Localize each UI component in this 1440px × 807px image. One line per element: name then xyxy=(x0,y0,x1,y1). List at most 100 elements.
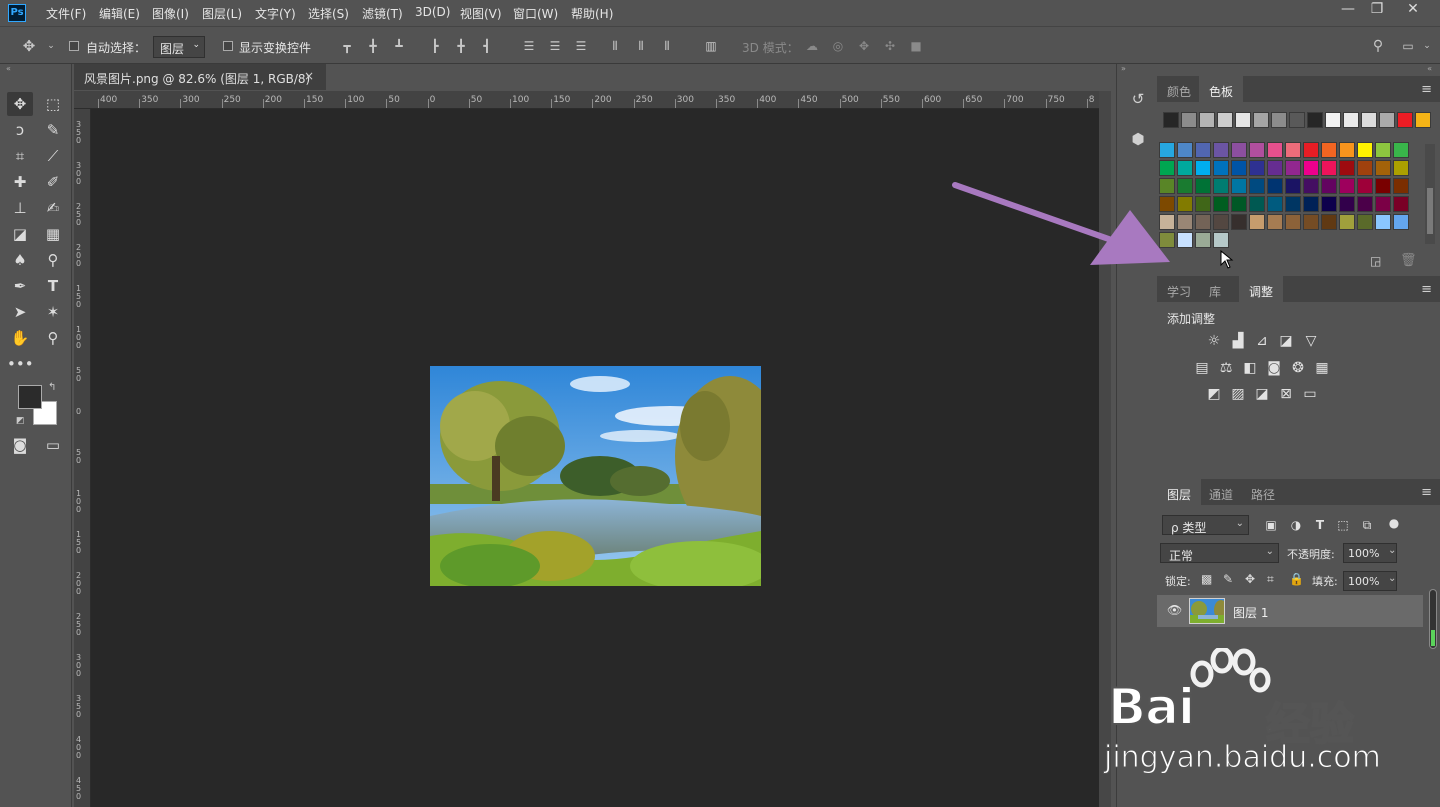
distribute-hcenter-icon[interactable]: ⫴ xyxy=(634,39,648,53)
swatch[interactable] xyxy=(1397,112,1413,128)
tab-channels[interactable]: 通道 xyxy=(1199,479,1243,505)
threshold-icon[interactable]: ◪ xyxy=(1253,385,1271,403)
swatch[interactable] xyxy=(1235,112,1251,128)
workspace-icon[interactable]: ▭ xyxy=(1401,39,1415,53)
swatches-scrollbar[interactable] xyxy=(1425,144,1435,244)
swatch[interactable] xyxy=(1231,160,1247,176)
swatch[interactable] xyxy=(1213,214,1229,230)
swatch[interactable] xyxy=(1321,178,1337,194)
menu-layer[interactable]: 图层(L) xyxy=(202,5,242,22)
menu-file[interactable]: 文件(F) xyxy=(46,5,86,22)
document-tab[interactable]: 风景图片.png @ 82.6% (图层 1, RGB/8) × xyxy=(74,64,326,90)
swatch[interactable] xyxy=(1321,142,1337,158)
swatch[interactable] xyxy=(1393,160,1409,176)
swatch[interactable] xyxy=(1307,112,1323,128)
swatch[interactable] xyxy=(1213,232,1229,248)
swatch[interactable] xyxy=(1325,112,1341,128)
3d-pan-icon[interactable]: ✥ xyxy=(857,39,871,53)
swatch[interactable] xyxy=(1321,196,1337,212)
align-left-icon[interactable]: ┣ xyxy=(428,39,442,53)
filter-type-icon[interactable]: T xyxy=(1311,516,1329,534)
eyedropper-tool-icon[interactable]: ⟋ xyxy=(40,144,66,168)
lock-artboard-icon[interactable]: ⌗ xyxy=(1267,572,1274,587)
close-document-icon[interactable]: × xyxy=(304,69,314,83)
swatch[interactable] xyxy=(1357,196,1373,212)
distribute-vcenter-icon[interactable]: ☰ xyxy=(548,39,562,53)
tab-swatches[interactable]: 色板 xyxy=(1199,76,1244,102)
color-balance-icon[interactable]: ⚖ xyxy=(1217,359,1235,377)
swatch[interactable] xyxy=(1303,142,1319,158)
tab-libraries[interactable]: 库 xyxy=(1199,276,1231,302)
swatch[interactable] xyxy=(1339,178,1355,194)
auto-select-checkbox[interactable] xyxy=(69,41,79,51)
swatch[interactable] xyxy=(1393,178,1409,194)
menu-select[interactable]: 选择(S) xyxy=(308,5,349,22)
layer-visibility-eye-icon[interactable]: 👁 xyxy=(1167,603,1182,617)
distribute-left-icon[interactable]: ⫴ xyxy=(608,39,622,53)
swatch[interactable] xyxy=(1303,214,1319,230)
swatch[interactable] xyxy=(1357,160,1373,176)
eraser-tool-icon[interactable]: ◪ xyxy=(7,222,33,246)
swatch[interactable] xyxy=(1213,142,1229,158)
swatch[interactable] xyxy=(1267,214,1283,230)
menu-view[interactable]: 视图(V) xyxy=(460,5,502,22)
align-bottom-icon[interactable]: ┻ xyxy=(392,39,406,53)
lock-transparent-icon[interactable]: ▩ xyxy=(1201,572,1212,586)
tab-layers[interactable]: 图层 xyxy=(1157,479,1202,505)
tab-color[interactable]: 颜色 xyxy=(1157,76,1201,102)
distribute-right-icon[interactable]: ⫴ xyxy=(660,39,674,53)
brightness-icon[interactable]: ☼ xyxy=(1205,332,1223,350)
distribute-top-icon[interactable]: ☰ xyxy=(522,39,536,53)
layer-filter-dropdown[interactable]: ρ 类型 ⌄ xyxy=(1162,515,1249,535)
move-tool-icon[interactable]: ✥ xyxy=(7,92,33,116)
swatch[interactable] xyxy=(1321,214,1337,230)
blur-tool-icon[interactable]: ♠ xyxy=(7,248,33,272)
swatch[interactable] xyxy=(1393,214,1409,230)
swatch[interactable] xyxy=(1267,196,1283,212)
lock-image-icon[interactable]: ✎ xyxy=(1223,572,1233,586)
swatch[interactable] xyxy=(1213,178,1229,194)
menu-image[interactable]: 图像(I) xyxy=(152,5,189,22)
3d-orbit-icon[interactable]: ☁ xyxy=(805,39,819,53)
swatch[interactable] xyxy=(1357,178,1373,194)
swatch[interactable] xyxy=(1285,142,1301,158)
path-selection-tool-icon[interactable]: ➤ xyxy=(7,300,33,324)
hand-tool-icon[interactable]: ✋ xyxy=(7,326,33,350)
photo-filter-icon[interactable]: ◙ xyxy=(1265,359,1283,377)
adjust-menu-icon[interactable]: ≡ xyxy=(1421,282,1432,297)
channel-mixer-icon[interactable]: ❂ xyxy=(1289,359,1307,377)
crop-tool-icon[interactable]: ⌗ xyxy=(7,144,33,168)
swatch[interactable] xyxy=(1213,196,1229,212)
swatch[interactable] xyxy=(1195,232,1211,248)
collapse-panels-icon[interactable]: « xyxy=(1427,64,1432,73)
swap-colors-icon[interactable]: ↰ xyxy=(48,382,56,393)
auto-select-target-dropdown[interactable]: 图层 ⌄ xyxy=(153,36,205,58)
distribute-bottom-icon[interactable]: ☰ xyxy=(574,39,588,53)
swatch[interactable] xyxy=(1181,112,1197,128)
auto-align-icon[interactable]: ▥ xyxy=(704,39,718,53)
swatch[interactable] xyxy=(1379,112,1395,128)
tab-adjustments[interactable]: 调整 xyxy=(1239,276,1284,302)
black-white-icon[interactable]: ◧ xyxy=(1241,359,1259,377)
exposure-icon[interactable]: ◪ xyxy=(1277,332,1295,350)
swatch[interactable] xyxy=(1393,196,1409,212)
posterize-icon[interactable]: ▨ xyxy=(1229,385,1247,403)
swatch[interactable] xyxy=(1321,160,1337,176)
swatch[interactable] xyxy=(1249,214,1265,230)
swatch[interactable] xyxy=(1199,112,1215,128)
search-icon[interactable]: ⚲ xyxy=(1371,39,1385,53)
default-colors-icon[interactable]: ◩ xyxy=(16,416,25,426)
quick-select-tool-icon[interactable]: ✎ xyxy=(40,118,66,142)
swatch[interactable] xyxy=(1249,196,1265,212)
lock-position-icon[interactable]: ✥ xyxy=(1245,572,1255,586)
swatch[interactable] xyxy=(1231,196,1247,212)
layers-menu-icon[interactable]: ≡ xyxy=(1421,485,1432,500)
swatch[interactable] xyxy=(1393,142,1409,158)
swatch[interactable] xyxy=(1285,178,1301,194)
swatch[interactable] xyxy=(1195,142,1211,158)
swatch[interactable] xyxy=(1303,160,1319,176)
swatch[interactable] xyxy=(1195,196,1211,212)
align-hcenter-icon[interactable]: ╋ xyxy=(454,39,468,53)
invert-icon[interactable]: ◩ xyxy=(1205,385,1223,403)
swatch[interactable] xyxy=(1249,178,1265,194)
